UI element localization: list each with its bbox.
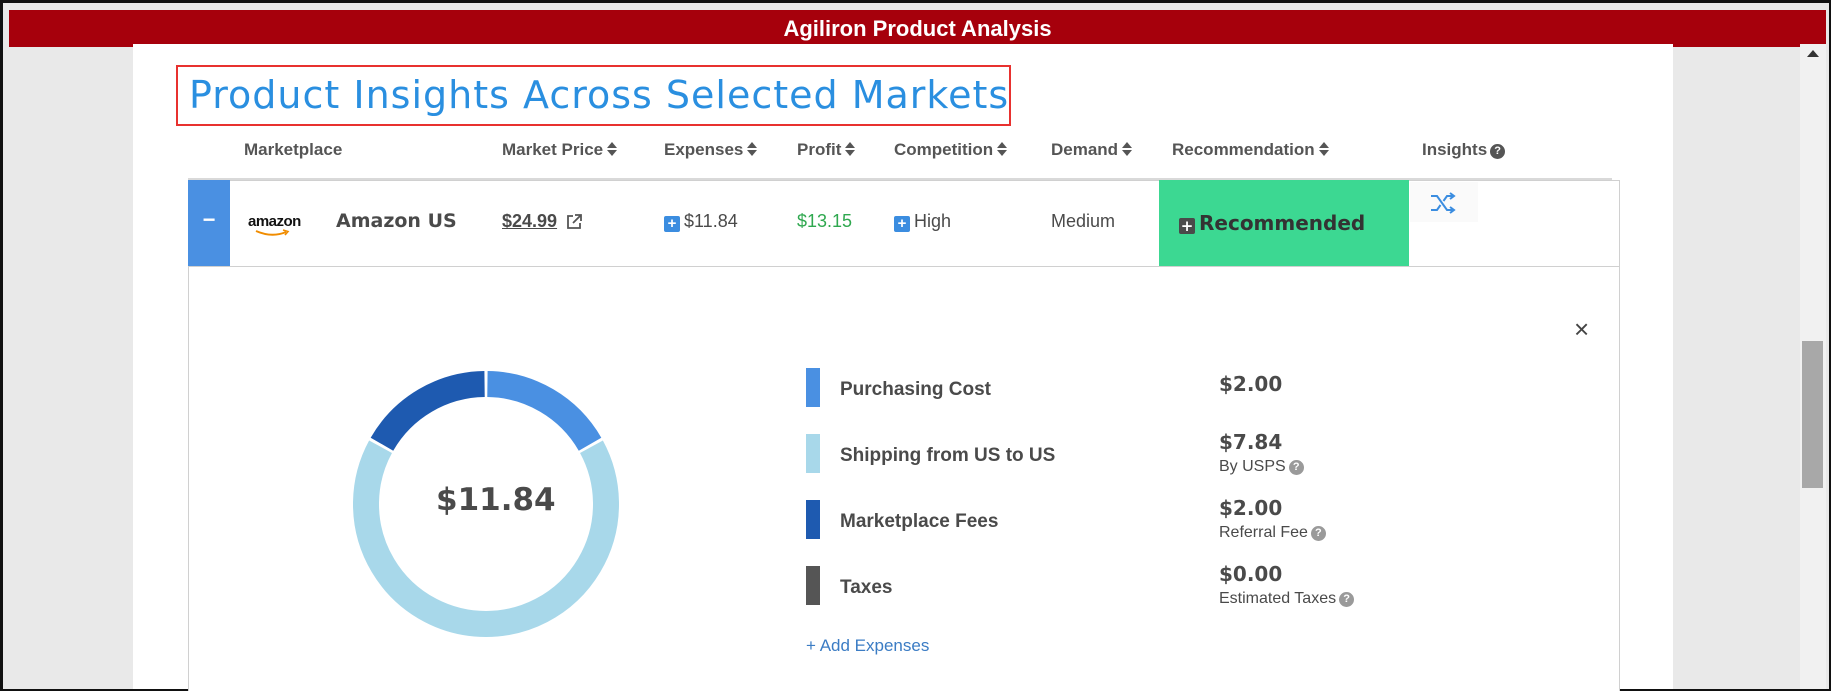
competition-cell: + High: [894, 211, 951, 232]
header-recommendation[interactable]: Recommendation: [1172, 140, 1329, 166]
shipping-value: $7.84: [1219, 430, 1283, 454]
header-demand-label: Demand: [1051, 140, 1119, 159]
donut-slice-shipping-from-us-to-us: [353, 440, 619, 637]
recommendation-badge[interactable]: + Recommended: [1159, 180, 1409, 266]
header-marketplace: Marketplace: [244, 140, 342, 166]
marketplace-fees-value: $2.00: [1219, 496, 1283, 520]
purchasing-cost-label: Purchasing Cost: [840, 379, 991, 400]
referral-fee-text: Referral Fee: [1219, 524, 1308, 541]
amazon-logo-text: amazon: [248, 213, 301, 230]
donut-slice-marketplace-fees: [370, 371, 486, 452]
add-expenses-link[interactable]: + Add Expenses: [806, 636, 929, 656]
page-title: Product Insights Across Selected Markets: [176, 65, 1011, 126]
header-insights-label: Insights: [1422, 140, 1488, 159]
marketplace-fees-label: Marketplace Fees: [840, 511, 999, 532]
header-competition-label: Competition: [894, 140, 994, 159]
shipping-swatch: [806, 434, 820, 473]
sort-icon[interactable]: [1122, 142, 1133, 156]
competition-value: High: [914, 211, 952, 231]
sort-icon[interactable]: [747, 142, 758, 156]
header-recommendation-label: Recommendation: [1172, 140, 1315, 159]
shipping-label: Shipping from US to US: [840, 445, 1056, 466]
header-demand[interactable]: Demand: [1051, 140, 1133, 166]
header-competition[interactable]: Competition: [894, 140, 1008, 166]
marketplace-name: Amazon US: [336, 210, 457, 232]
header-marketplace-label: Marketplace: [244, 140, 343, 159]
purchasing-cost-swatch: [806, 368, 820, 407]
recommendation-value: Recommended: [1199, 211, 1366, 235]
referral-fee: Referral Fee?: [1219, 524, 1326, 542]
sort-icon[interactable]: [845, 142, 856, 156]
sort-icon[interactable]: [997, 142, 1008, 156]
app-title-bar: Agiliron Product Analysis: [9, 10, 1826, 47]
taxes-value: $0.00: [1219, 562, 1283, 586]
expenses-cell: + $11.84: [664, 211, 738, 232]
donut-slice-purchasing-cost: [486, 371, 602, 452]
taxes-label: Taxes: [840, 577, 893, 598]
expenses-value: $11.84: [684, 211, 738, 231]
header-expenses[interactable]: Expenses: [664, 140, 758, 166]
amazon-smile-icon: [255, 229, 290, 236]
question-circle-icon[interactable]: ?: [1310, 526, 1326, 541]
estimated-taxes: Estimated Taxes?: [1219, 590, 1355, 608]
header-market-price-label: Market Price: [502, 140, 604, 159]
question-circle-icon[interactable]: ?: [1339, 592, 1355, 607]
close-icon[interactable]: ×: [1574, 316, 1589, 342]
scroll-up-arrow-icon[interactable]: [1807, 50, 1819, 57]
external-link-icon[interactable]: [565, 213, 583, 231]
shuffle-icon[interactable]: [1430, 192, 1456, 214]
header-insights: Insights?: [1422, 140, 1506, 166]
header-expenses-label: Expenses: [664, 140, 744, 159]
purchasing-cost-value: $2.00: [1219, 372, 1283, 396]
header-market-price[interactable]: Market Price: [502, 140, 618, 166]
shipping-method: By USPS?: [1219, 458, 1304, 476]
collapse-row-button[interactable]: −: [188, 180, 230, 266]
marketplace-fees-swatch: [806, 500, 820, 539]
plus-square-icon[interactable]: +: [664, 216, 680, 232]
market-price-link[interactable]: $24.99: [502, 211, 557, 232]
header-profit[interactable]: Profit: [797, 140, 856, 166]
question-circle-icon[interactable]: ?: [1490, 144, 1506, 159]
sort-icon[interactable]: [607, 142, 618, 156]
taxes-swatch: [806, 566, 820, 605]
sort-icon[interactable]: [1318, 142, 1329, 156]
plus-square-icon[interactable]: +: [1179, 218, 1195, 234]
profit-value: $13.15: [797, 211, 853, 231]
question-circle-icon[interactable]: ?: [1288, 460, 1304, 475]
plus-square-icon[interactable]: +: [894, 216, 910, 232]
estimated-taxes-text: Estimated Taxes: [1219, 590, 1337, 607]
header-profit-label: Profit: [797, 140, 842, 159]
demand-value: Medium: [1051, 211, 1116, 231]
shipping-method-text: By USPS: [1219, 458, 1286, 475]
vertical-scrollbar[interactable]: [1800, 44, 1826, 689]
amazon-logo: amazon: [248, 213, 306, 237]
scrollbar-thumb[interactable]: [1802, 341, 1823, 488]
donut-total: $11.84: [436, 482, 556, 518]
